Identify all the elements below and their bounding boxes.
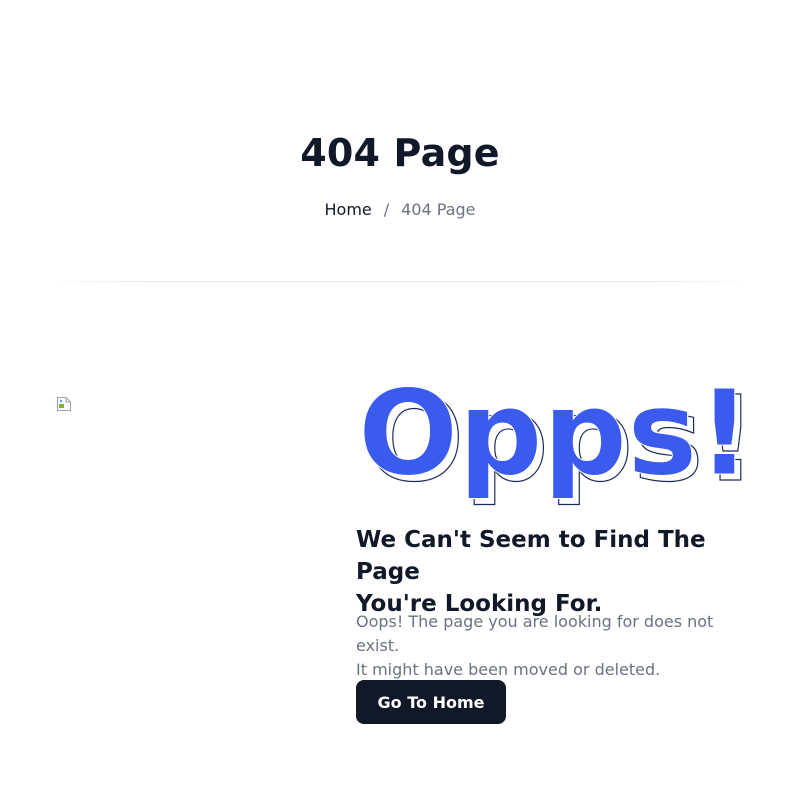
breadcrumb-home-link[interactable]: Home	[325, 199, 372, 221]
error-description-line-1: Oops! The page you are looking for does …	[356, 612, 714, 655]
page-title: 404 Page	[300, 131, 500, 175]
breadcrumb-current: 404 Page	[401, 200, 476, 219]
broken-image-icon	[56, 396, 72, 412]
breadcrumb-separator: /	[383, 200, 390, 219]
error-description-line-2: It might have been moved or deleted.	[356, 660, 661, 679]
header-divider	[40, 281, 760, 282]
oops-graphic: Opps! Opps!	[358, 364, 758, 509]
error-heading-line-1: We Can't Seem to Find The Page	[356, 527, 706, 585]
error-description: Oops! The page you are looking for does …	[356, 610, 756, 682]
page: 404 Page Home / 404 Page Opps! Opps! We …	[0, 0, 800, 794]
page-header: 404 Page Home / 404 Page	[0, 0, 800, 282]
go-to-home-button[interactable]: Go To Home	[356, 680, 506, 724]
oops-text: Opps!	[358, 364, 751, 502]
error-heading: We Can't Seem to Find The Page You're Lo…	[356, 524, 756, 620]
breadcrumb: Home / 404 Page	[0, 199, 800, 221]
